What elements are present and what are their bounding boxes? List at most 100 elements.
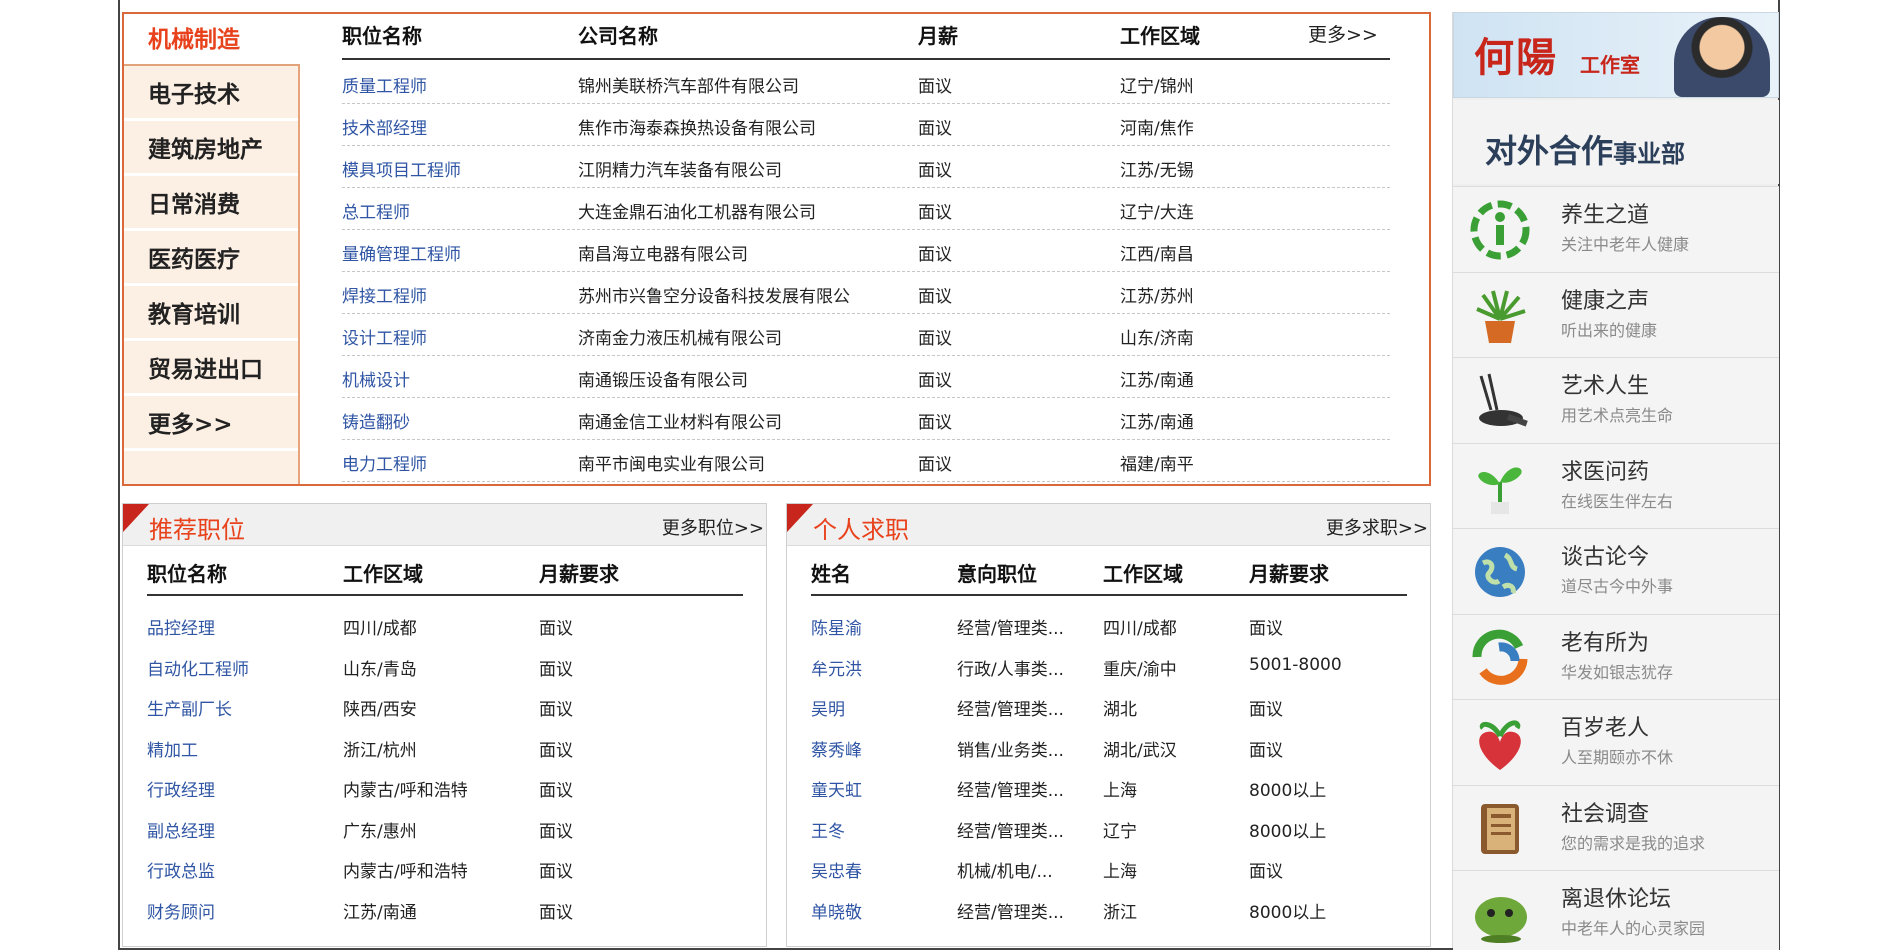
sidebar-service-item[interactable]: 艺术人生用艺术点亮生命	[1453, 357, 1779, 443]
job-position-link[interactable]: 铸造翻砂	[342, 408, 410, 433]
studio-logo-sub: 工作室	[1580, 53, 1640, 77]
table-row: 副总经理 广东/惠州 面议	[147, 807, 743, 847]
service-subtitle: 用艺术点亮生命	[1561, 406, 1674, 425]
table-row: 机械设计 南通锻压设备有限公司 面议 江苏/南通	[342, 356, 1390, 398]
sidebar-service-item[interactable]: 养生之道 关注中老年人健康	[1453, 186, 1779, 272]
rec-position-link[interactable]: 行政总监	[147, 857, 215, 882]
job-position-link[interactable]: 总工程师	[342, 198, 410, 223]
job-salary: 面议	[918, 77, 952, 97]
rec-area: 内蒙古/呼和浩特	[343, 781, 468, 801]
job-position-link[interactable]: 技术部经理	[342, 114, 427, 139]
table-row: 品控经理 四川/成都 面议	[147, 604, 743, 644]
table-row: 王冬 经营/管理类... 辽宁 8000以上	[811, 807, 1407, 847]
category-tab-real-estate[interactable]: 建筑房地产	[124, 124, 300, 176]
seeker-intent: 销售/业务类...	[957, 740, 1064, 761]
seeker-name-link[interactable]: 王冬	[811, 817, 845, 842]
rec-area: 内蒙古/呼和浩特	[343, 862, 468, 882]
table-row: 童天虹 经营/管理类... 上海 8000以上	[811, 766, 1407, 806]
col-header-salary: 月薪	[918, 24, 958, 48]
job-area: 辽宁/大连	[1120, 203, 1194, 223]
rec-area: 江苏/南通	[343, 902, 417, 923]
sidebar-service-item[interactable]: 健康之声 听出来的健康	[1453, 271, 1779, 358]
job-area: 江苏/无锡	[1120, 161, 1194, 181]
job-position-link[interactable]: 模具项目工程师	[342, 156, 461, 181]
col-header-position: 职位名称	[342, 24, 422, 48]
sidebar-service-item[interactable]: 谈古论今 道尽古今中外事	[1453, 528, 1779, 614]
job-area: 山东/济南	[1120, 329, 1194, 349]
job-position-link[interactable]: 质量工程师	[342, 72, 427, 97]
seeker-name-link[interactable]: 蔡秀峰	[811, 736, 862, 761]
sidebar-service-item[interactable]: 离退休论坛 中老年人的心灵家园	[1453, 870, 1779, 950]
rec-position-link[interactable]: 副总经理	[147, 817, 215, 842]
category-tab-machinery[interactable]: 机械制造	[124, 14, 300, 66]
seeker-name-link[interactable]: 牟元洪	[811, 655, 862, 680]
job-salary: 面议	[918, 245, 952, 265]
seekers-panel: 个人求职 更多求职>> 姓名 意向职位 工作区域 月薪要求 陈星渝 经营/管理类.…	[786, 503, 1431, 947]
job-position-link[interactable]: 电力工程师	[342, 450, 427, 475]
job-area: 江苏/南通	[1120, 413, 1194, 433]
seekers-more-link[interactable]: 更多求职>>	[1326, 514, 1428, 540]
category-tab-medical[interactable]: 医药医疗	[124, 234, 300, 286]
rec-position-link[interactable]: 自动化工程师	[147, 655, 249, 680]
job-company: 焦作市海泰森换热设备有限公司	[578, 119, 816, 139]
service-title: 百岁老人	[1561, 716, 1650, 741]
job-salary: 面议	[918, 371, 952, 391]
rec-position-link[interactable]: 品控经理	[147, 614, 215, 639]
category-divider	[298, 66, 300, 484]
rec-salary: 面议	[539, 700, 573, 720]
rec-position-link[interactable]: 精加工	[147, 736, 198, 761]
studio-banner[interactable]: 何陽 工作室	[1453, 12, 1779, 98]
table-row: 行政经理 内蒙古/呼和浩特 面议	[147, 766, 743, 806]
sidebar-service-item[interactable]: 求医问药 在线医生伴左右	[1453, 442, 1779, 529]
rec-salary: 面议	[539, 781, 573, 801]
category-tab-trade[interactable]: 贸易进出口	[124, 344, 300, 396]
seeker-name-link[interactable]: 陈星渝	[811, 614, 862, 639]
job-salary: 面议	[918, 203, 952, 223]
job-position-link[interactable]: 焊接工程师	[342, 282, 427, 307]
table-row: 蔡秀峰 销售/业务类... 湖北/武汉 面议	[811, 726, 1407, 766]
service-title: 艺术人生	[1561, 374, 1650, 399]
seeker-name-link[interactable]: 吴忠春	[811, 857, 862, 882]
rec-salary: 面议	[539, 821, 573, 842]
seeker-name-link[interactable]: 吴明	[811, 695, 845, 720]
table-row: 吴忠春 机械/机电/... 上海 面议	[811, 847, 1407, 887]
table-row: 设计工程师 济南金力液压机械有限公司 面议 山东/济南	[342, 314, 1390, 356]
table-row: 铸造翻砂 南通金信工业材料有限公司 面议 江苏/南通	[342, 398, 1390, 440]
category-tab-education[interactable]: 教育培训	[124, 289, 300, 341]
table-row: 电力工程师 南平市闽电实业有限公司 面议 福建/南平	[342, 440, 1390, 482]
sidebar-service-item[interactable]: 社会调查 您的需求是我的追求	[1453, 784, 1779, 871]
seeker-intent: 经营/管理类...	[957, 821, 1064, 842]
right-sidebar: 何陽 工作室 对外合作事业部 养生之道 关注中老年人健康 健康之声 听出来的健康 艺术人…	[1452, 12, 1779, 950]
rec-salary: 面议	[539, 659, 573, 680]
job-position-link[interactable]: 设计工程师	[342, 324, 427, 349]
category-tab-more[interactable]: 更多>>	[124, 399, 300, 451]
rec-position-link[interactable]: 行政经理	[147, 776, 215, 801]
job-company: 济南金力液压机械有限公司	[578, 329, 782, 349]
job-position-link[interactable]: 机械设计	[342, 366, 410, 391]
category-tab-electronics[interactable]: 电子技术	[124, 69, 300, 121]
seeker-intent: 机械/机电/...	[957, 862, 1053, 882]
cooperation-banner[interactable]: 对外合作事业部	[1453, 100, 1779, 184]
recommended-header: 推荐职位 更多职位>>	[123, 504, 766, 546]
job-position-link[interactable]: 量确管理工程师	[342, 240, 461, 265]
jobs-more-link[interactable]: 更多>>	[1308, 20, 1378, 47]
seeker-name-link[interactable]: 单晓敬	[811, 898, 862, 923]
recommended-more-link[interactable]: 更多职位>>	[662, 514, 764, 540]
rec-col-area: 工作区域	[343, 562, 423, 586]
seeker-name-link[interactable]: 童天虹	[811, 776, 862, 801]
chat-character-icon	[1469, 883, 1531, 945]
table-row: 单晓敬 经营/管理类... 浙江 8000以上	[811, 888, 1407, 928]
seeker-area: 浙江	[1103, 902, 1137, 923]
job-salary: 面议	[918, 413, 952, 433]
seekers-title: 个人求职	[813, 516, 909, 544]
rec-salary: 面议	[539, 862, 573, 882]
category-tab-consumer[interactable]: 日常消费	[124, 179, 300, 231]
table-row: 财务顾问 江苏/南通 面议	[147, 888, 743, 928]
sidebar-service-item[interactable]: 老有所为 华发如银志犹存	[1453, 613, 1779, 700]
heart-plant-icon	[1469, 712, 1531, 774]
table-row: 焊接工程师 苏州市兴鲁空分设备科技发展有限公 面议 江苏/苏州	[342, 272, 1390, 314]
sidebar-service-item[interactable]: 百岁老人 人至期颐亦不休	[1453, 699, 1779, 785]
seek-col-name: 姓名	[811, 562, 851, 586]
rec-position-link[interactable]: 财务顾问	[147, 898, 215, 923]
rec-position-link[interactable]: 生产副厂长	[147, 695, 232, 720]
